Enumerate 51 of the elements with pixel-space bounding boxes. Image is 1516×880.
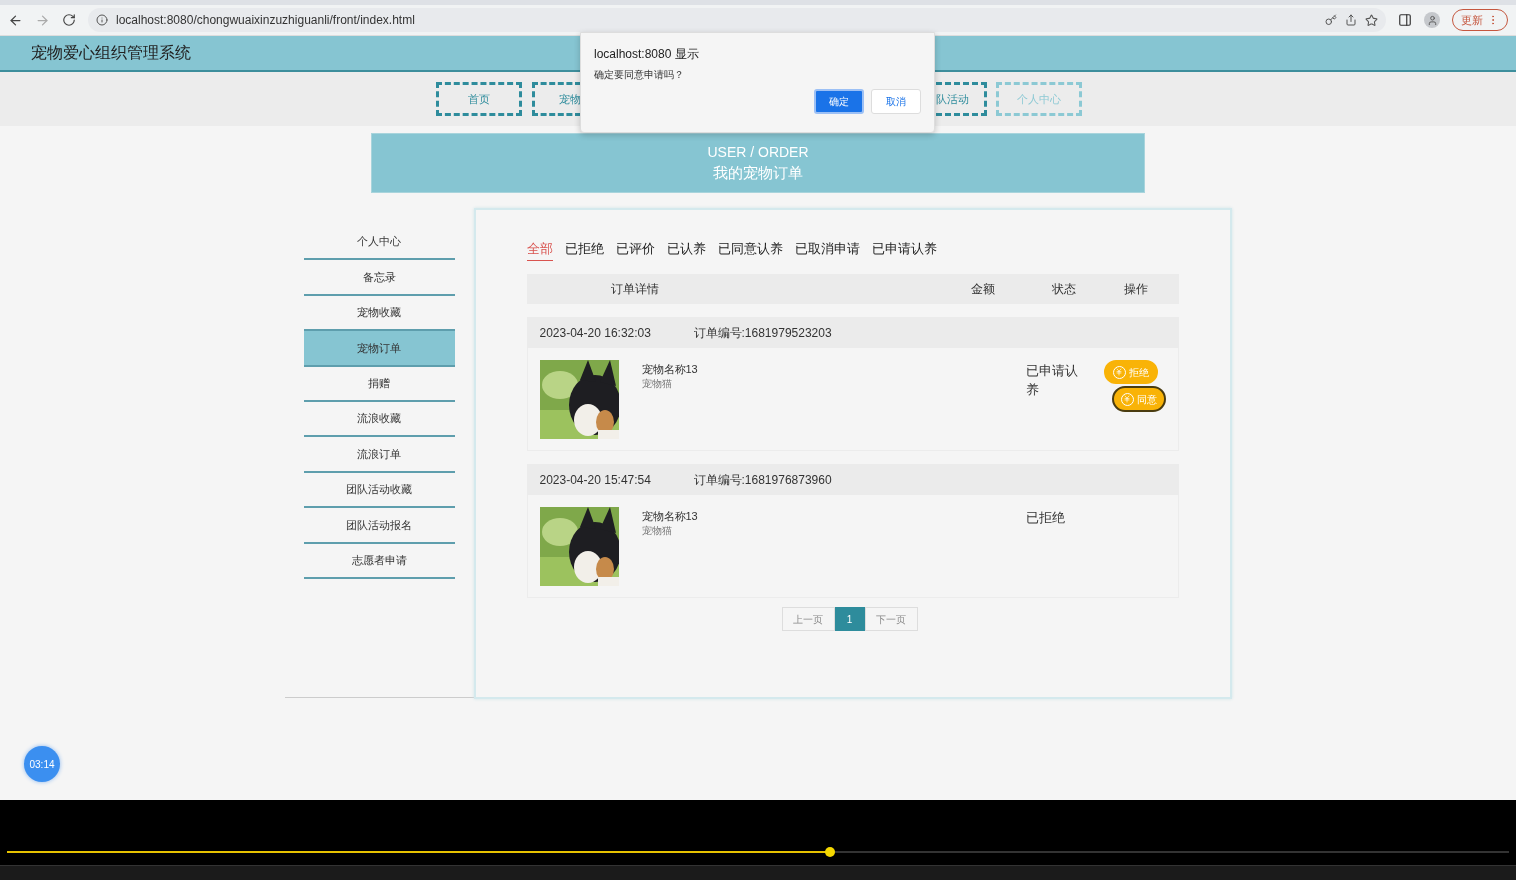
order-status: 已申请认养 [1025,363,1079,399]
sidebar-item[interactable]: 团队活动收藏 [303,472,455,509]
info-icon[interactable] [96,14,108,26]
sidebar-item[interactable]: 备忘录 [303,260,455,296]
key-icon[interactable] [1325,14,1337,26]
page-button[interactable]: 1 [834,607,865,631]
status-tab[interactable]: 全部 [526,239,553,261]
sidebar-item[interactable]: 团队活动报名 [303,508,455,544]
address-bar[interactable]: localhost:8080/chongwuaixinzuzhiguanli/front/index.html [88,8,1386,32]
column-header: 订单详情 [609,281,660,298]
status-tab[interactable]: 已评价 [615,239,655,261]
reload-icon[interactable] [62,13,76,27]
column-header: 状态 [1050,281,1077,298]
sidebar-item[interactable]: 流浪订单 [303,437,455,473]
order-time: 2023-04-20 15:47:54 [539,471,652,489]
dialog-button[interactable]: 取消 [871,89,921,114]
banner-title: USER / ORDER [707,143,809,162]
profile-icon[interactable] [1424,12,1440,28]
sidebar-item[interactable]: 个人中心 [303,225,455,261]
order-number: 订单编号:1681979523203 [693,324,832,342]
pet-type: 宠物猫 [641,377,673,391]
dialog-button[interactable]: 确定 [814,89,864,114]
dialog-message: 确定要同意申请吗？ [594,68,685,82]
sidebar-item[interactable]: 志愿者申请 [303,543,455,579]
status-tab[interactable]: 已取消申请 [794,239,860,261]
sidebar-item[interactable]: 流浪收藏 [303,401,455,438]
status-tab[interactable]: 已认养 [666,239,706,261]
order-number: 订单编号:1681976873960 [693,471,832,489]
pet-name: 宠物名称13 [641,362,699,377]
column-header: 金额 [969,281,996,298]
share-icon[interactable] [1345,14,1357,26]
sidebar-item[interactable]: 宠物订单 [303,331,455,367]
order-time: 2023-04-20 16:32:03 [539,324,652,342]
side-panel-icon[interactable] [1398,13,1412,27]
sidebar-item[interactable]: 捐赠 [303,366,455,402]
banner-subtitle: 我的宠物订单 [713,163,803,183]
order-status: 已拒绝 [1025,510,1066,527]
status-tab[interactable]: 已同意认养 [717,239,783,261]
pet-type: 宠物猫 [641,524,673,538]
status-tab[interactable]: 已拒绝 [564,239,604,261]
column-header: 操作 [1122,281,1149,298]
prev-page-button[interactable]: 上一页 [781,607,835,631]
star-icon[interactable] [1365,13,1378,27]
dialog-title: localhost:8080 显示 [594,46,700,62]
progress-thumb[interactable] [825,846,836,857]
status-tab[interactable]: 已申请认养 [871,239,937,261]
site-title: 宠物爱心组织管理系统 [31,43,191,63]
back-icon[interactable] [8,12,23,28]
pet-name: 宠物名称13 [641,509,699,524]
nav-item[interactable]: 首页 [436,82,522,116]
url-text: localhost:8080/chongwuaixinzuzhiguanli/front/index.html [116,12,415,29]
